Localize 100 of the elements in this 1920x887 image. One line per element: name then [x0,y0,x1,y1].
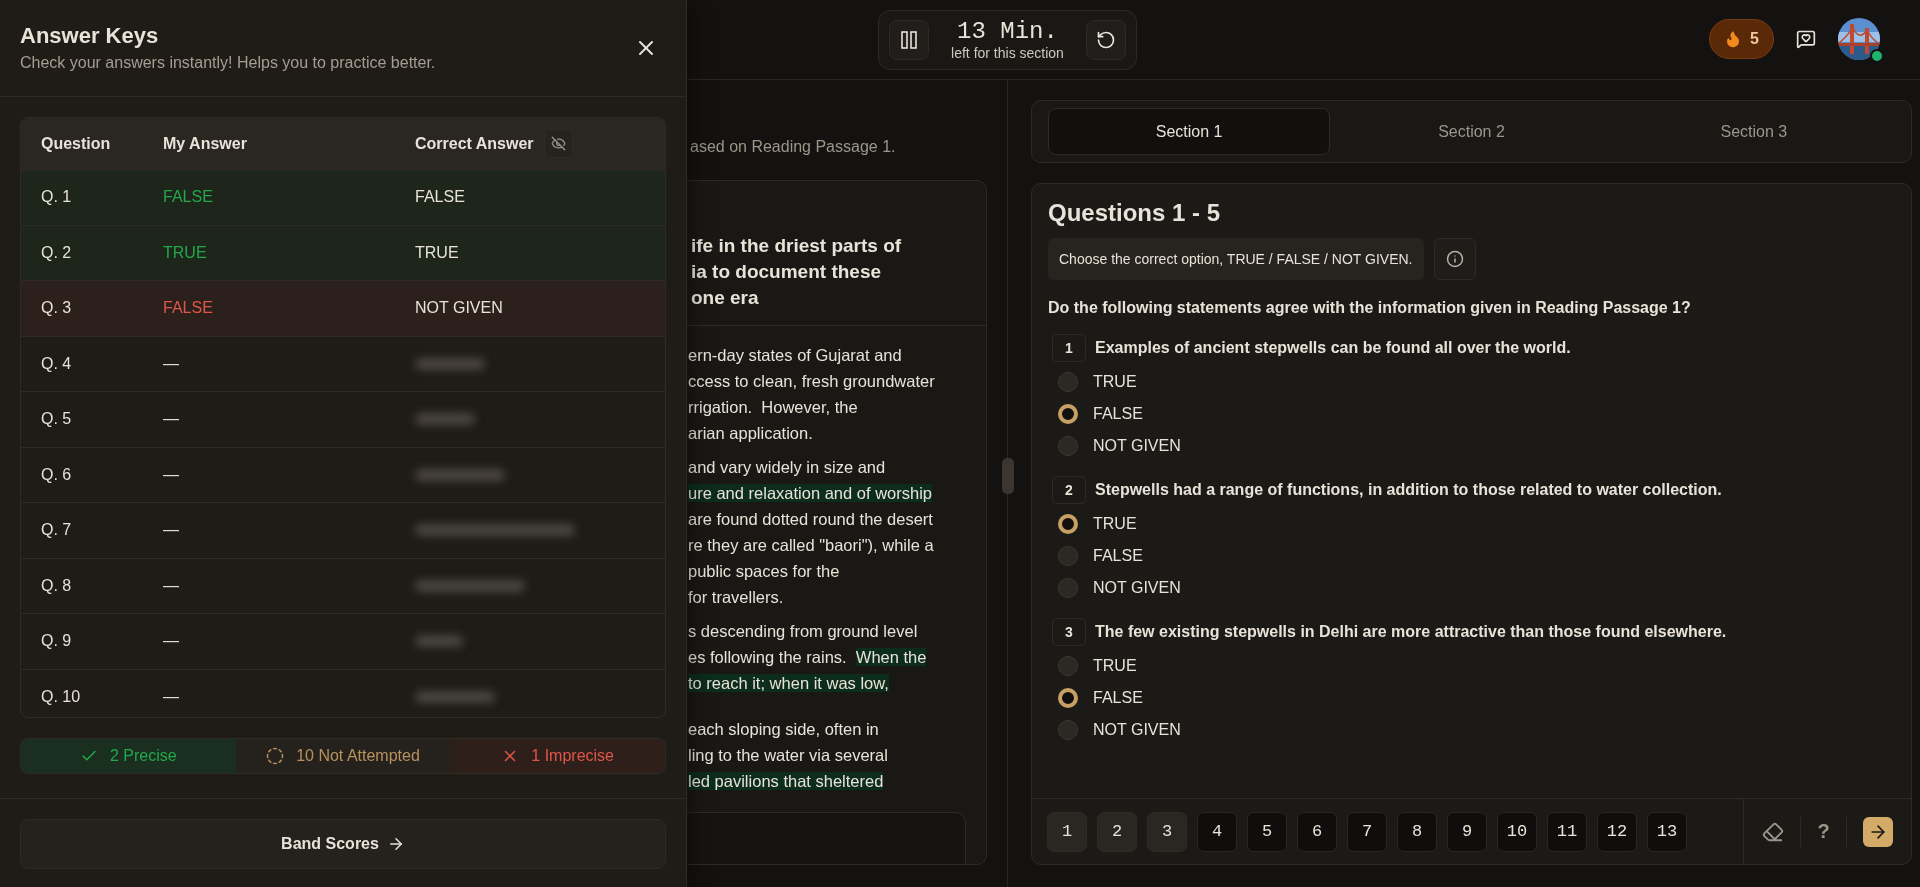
timer-caption: left for this section [951,44,1064,61]
question-page-button[interactable]: 11 [1547,811,1587,852]
question-page-button[interactable]: 12 [1597,811,1637,852]
radio-button[interactable] [1058,656,1078,676]
my-answer: — [163,521,180,540]
passage-line: arian application. [688,423,814,444]
question-number: 3 [1052,618,1086,646]
summary-segment: 1 Imprecise [450,739,665,773]
reset-icon [1095,29,1116,50]
radio-button[interactable] [1058,720,1078,740]
question-label: Q. 9 [41,632,73,651]
time-remaining: 13 Min. [957,18,1058,45]
drawer-subtitle: Check your answers instantly! Helps you to practice better. [20,54,436,72]
online-dot [1870,49,1884,63]
question-page-button[interactable]: 1 [1047,811,1087,852]
passage-line: and vary widely in size and [688,457,887,478]
radio-button[interactable] [1058,514,1078,534]
section-tab[interactable]: Section 2 [1330,108,1613,155]
summary-segment: 2 Precise [21,739,236,773]
passage-line: for travellers. [688,587,785,608]
feedback-icon[interactable] [1796,29,1816,49]
questions-title: Questions 1 - 5 [1048,198,1222,228]
drawer-title: Answer Keys [20,22,160,50]
option-label[interactable]: NOT GIVEN [1093,579,1181,597]
question-page-button[interactable]: 7 [1347,811,1387,852]
question-page-button[interactable]: 4 [1197,811,1237,852]
passage-line: es following the rains. When the [688,647,928,668]
option-label[interactable]: TRUE [1093,657,1137,675]
pause-button[interactable] [889,19,930,60]
my-answer: — [163,465,180,484]
passage-line: ling to the water via several [688,745,889,766]
option-label[interactable]: FALSE [1093,689,1143,707]
passage-line: ccess to clean, fresh groundwater [688,371,936,392]
eraser-button[interactable] [1762,820,1785,843]
option-label[interactable]: NOT GIVEN [1093,721,1181,739]
option-label[interactable]: FALSE [1093,405,1143,423]
reset-button[interactable] [1085,19,1126,60]
radio-button[interactable] [1058,404,1078,424]
info-button[interactable] [1433,238,1476,280]
column-header: My Answer [163,134,248,153]
summary-segment: 10 Not Attempted [235,739,451,773]
question-label: Q. 2 [41,243,73,262]
passage-line: rrigation. However, the [688,397,859,418]
question-page-button[interactable]: 6 [1297,811,1337,852]
dashed-circle-icon [266,747,285,765]
questions-prompt: Do the following statements agree with the information given in Reading Passage 1? [1048,298,1692,318]
question-page-button[interactable]: 8 [1397,811,1437,852]
option-label[interactable]: NOT GIVEN [1093,437,1181,455]
instruction-chip: Choose the correct option, TRUE / FALSE / NOT GIVEN. [1048,238,1424,280]
eraser-icon [1762,820,1785,843]
question-number: 1 [1052,334,1086,362]
column-header: Question [41,134,112,153]
radio-button[interactable] [1058,372,1078,392]
my-answer: — [163,354,180,373]
my-answer: FALSE [163,188,214,207]
radio-button[interactable] [1058,436,1078,456]
radio-button[interactable] [1058,688,1078,708]
question-text: The few existing stepwells in Delhi are more attractive than those found elsewhere. [1095,623,1727,641]
section-tab[interactable]: Section 1 [1048,108,1331,155]
resize-handle[interactable] [1002,458,1014,494]
question-label: Q. 7 [41,521,73,540]
question-page-button[interactable]: 9 [1447,811,1487,852]
correct-answer: NOT GIVEN [415,299,504,318]
band-scores-button[interactable]: Band Scores [20,819,666,869]
my-answer: — [163,576,180,595]
passage-line: are found dotted round the desert [688,509,934,530]
section-tab[interactable]: Section 3 [1612,108,1895,155]
correct-answer: TRUE [415,243,460,262]
question-page-button[interactable]: 13 [1647,811,1687,852]
help-button[interactable]: ? [1817,820,1830,843]
passage-instruction: ased on Reading Passage 1. [690,137,897,157]
question-page-button[interactable]: 5 [1247,811,1287,852]
option-label[interactable]: TRUE [1093,373,1137,391]
passage-line: s descending from ground level [688,621,919,642]
question-text: Examples of ancient stepwells can be found all over the world. [1095,339,1571,357]
radio-button[interactable] [1058,546,1078,566]
option-label[interactable]: TRUE [1093,515,1137,533]
passage-line: ern-day states of Gujarat and [688,345,903,366]
passage-heading: one era [691,286,760,310]
hide-answers-button[interactable] [543,129,573,158]
question-label: Q. 1 [41,188,73,207]
option-label[interactable]: FALSE [1093,547,1143,565]
question-page-button[interactable]: 2 [1097,811,1137,852]
passage-heading: ia to document these [691,260,883,284]
my-answer: TRUE [163,243,208,262]
passage-heading: ife in the driest parts of [691,234,903,258]
passage-line: re they are called "baori"), while a [688,535,935,556]
correct-answer: FALSE [415,188,466,207]
question-text: Stepwells had a range of functions, in addition to those related to water collection. [1095,481,1722,499]
my-answer: FALSE [163,299,214,318]
my-answer: — [163,632,180,651]
column-header: Correct Answer [415,134,534,153]
radio-button[interactable] [1058,578,1078,598]
question-page-button[interactable]: 3 [1147,811,1187,852]
question-page-button[interactable]: 10 [1497,811,1537,852]
question-label: Q. 8 [41,576,73,595]
question-number: 2 [1052,476,1086,504]
streak-badge[interactable]: 5 [1709,19,1774,59]
eye-off-icon [550,136,566,151]
next-button[interactable] [1862,816,1893,847]
